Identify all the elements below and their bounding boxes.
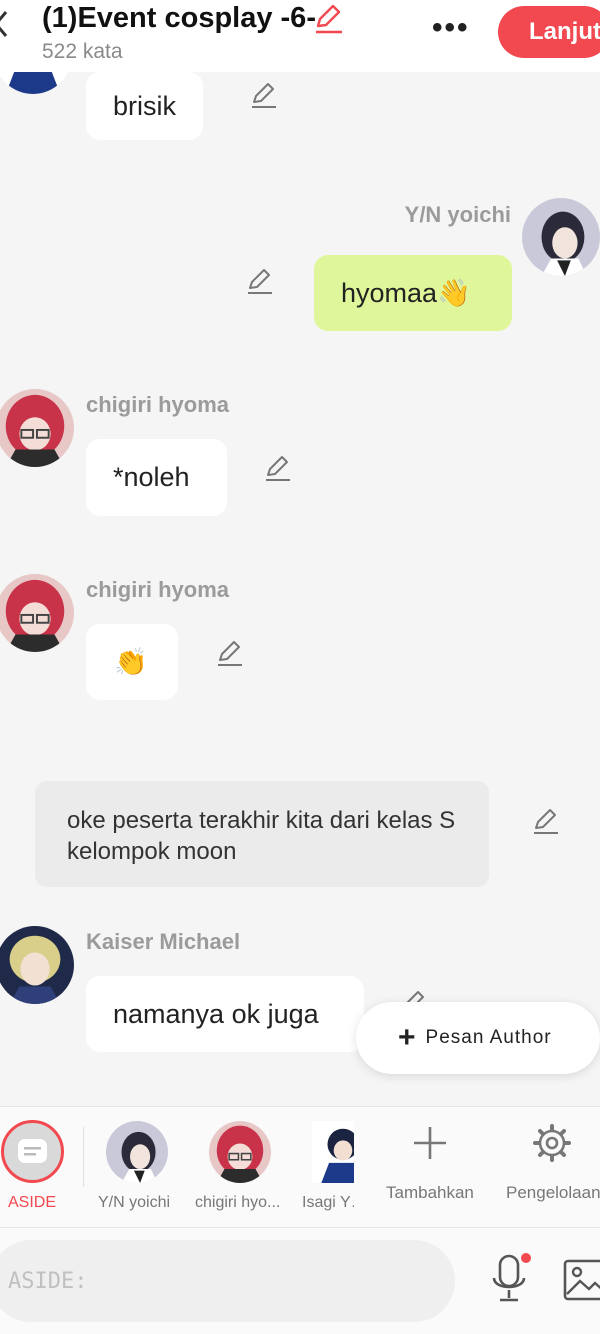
message-text: *noleh [113,462,190,492]
divider [83,1127,84,1187]
character-yn-yoichi[interactable]: Y/N yoichi [96,1107,180,1229]
avatar[interactable] [0,72,72,94]
character-chigiri[interactable]: chigiri hyo... [192,1107,288,1229]
message-bubble[interactable]: *noleh [86,439,227,516]
message-input[interactable] [0,1240,455,1322]
header-bar: (1)Event cosplay -6- 522 kata ••• Lanjut [0,0,600,72]
edit-message-icon[interactable] [214,638,244,668]
more-options-icon[interactable]: ••• [432,13,470,43]
message-text: 👏 [114,647,148,677]
gear-icon [533,1124,571,1162]
character-label: chigiri hyo... [195,1194,281,1211]
message-text: namanya ok juga [113,998,319,1029]
avatar[interactable] [0,574,74,652]
message-text: hyomaa👋 [341,278,471,308]
avatar[interactable] [0,926,74,1004]
author-message-button[interactable]: + Pesan Author [356,1002,600,1074]
word-count: 522 kata [42,40,123,63]
character-label: Isagi Y… [302,1194,354,1211]
avatar[interactable] [522,198,600,276]
edit-title-icon[interactable] [312,4,344,34]
message-bubble[interactable]: 👏 [86,624,178,700]
edit-message-icon[interactable] [262,453,292,483]
add-character-label: Tambahkan [386,1183,474,1202]
next-button[interactable]: Lanjut [498,6,600,58]
character-aside[interactable]: ASIDE [0,1107,66,1229]
manage-label: Pengelolaan [506,1183,600,1202]
story-title: (1)Event cosplay -6- [42,2,316,34]
character-name: Kaiser Michael [86,929,241,954]
input-row [0,1228,600,1334]
character-name: chigiri hyoma [86,392,230,417]
plus-icon [414,1127,446,1159]
edit-message-icon[interactable] [248,80,278,110]
chat-area: brisik Y/N yoichi hyomaa👋 chigiri hyoma … [0,72,600,1106]
aside-narration-bubble[interactable]: oke peserta terakhir kita dari kelas S k… [35,781,489,887]
manage-button[interactable]: Pengelolaan [500,1107,600,1229]
aside-avatar [1,1120,64,1183]
aside-text: oke peserta terakhir kita dari kelas S k… [67,807,456,865]
message-text: brisik [113,90,177,121]
avatar [106,1121,168,1183]
character-label: ASIDE [8,1194,57,1211]
edit-message-icon[interactable] [530,806,560,836]
aside-bubble-icon [18,1139,47,1163]
character-name: Y/N yoichi [404,202,511,227]
character-selector: ASIDE Y/N yoichi chigiri hyo... Isagi Y…… [0,1106,600,1228]
message-bubble[interactable]: hyomaa👋 [314,255,512,331]
character-name: chigiri hyoma [86,577,230,602]
back-icon[interactable] [0,10,8,38]
character-label: Y/N yoichi [98,1194,171,1211]
author-message-label: Pesan Author [425,1027,552,1048]
microphone-icon[interactable] [488,1252,532,1306]
message-bubble[interactable]: namanya ok juga [86,976,364,1052]
character-isagi[interactable]: Isagi Y… [300,1107,354,1229]
avatar [312,1121,354,1183]
plus-icon: + [398,1021,416,1054]
add-character-button[interactable]: Tambahkan [380,1107,480,1229]
message-bubble[interactable]: brisik [86,72,204,140]
edit-message-icon[interactable] [244,266,274,296]
image-icon[interactable] [562,1258,600,1302]
avatar[interactable] [0,389,74,467]
avatar [209,1121,271,1183]
